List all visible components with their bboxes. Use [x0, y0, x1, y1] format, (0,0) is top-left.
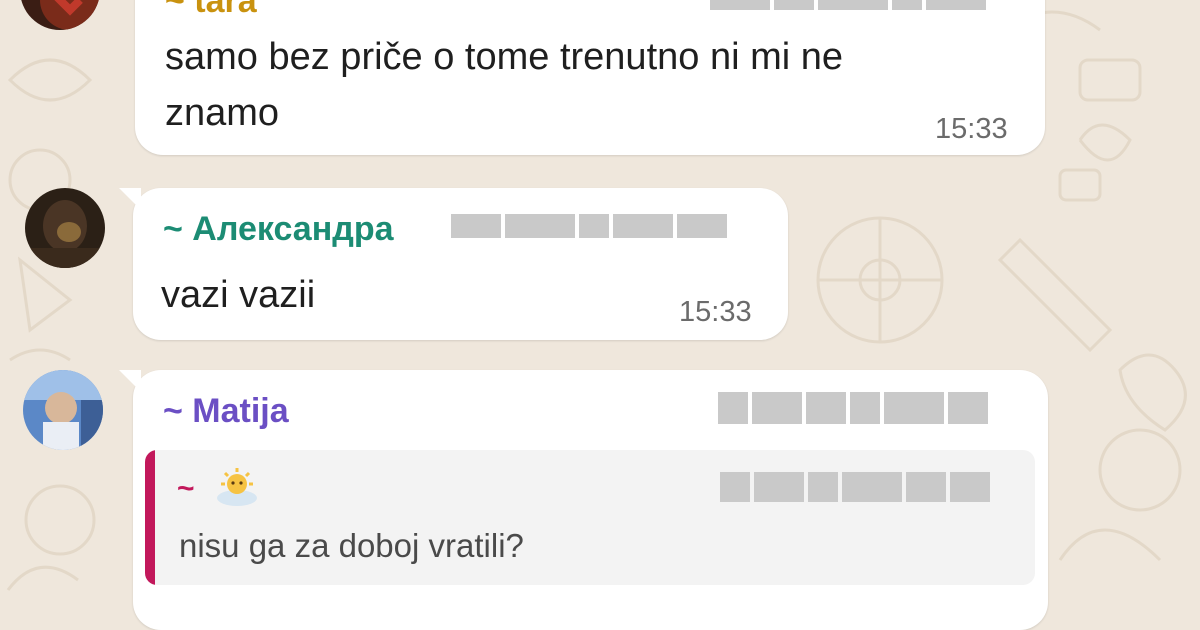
message-text: vazi vazii — [161, 274, 316, 316]
sender-phone-blurred — [451, 214, 751, 238]
quoted-reply[interactable]: ~ nisu ga za doboj vratili? — [145, 450, 1035, 585]
message-timestamp: 15:33 — [935, 113, 1008, 145]
sun-emoji-icon — [213, 468, 261, 508]
avatar-matija[interactable] — [23, 370, 103, 450]
message-text-line-2: znamo — [165, 92, 280, 134]
bubble-tail — [119, 188, 141, 210]
message-bubble-aleksandra[interactable]: ~ Александра vazi vazii 15:33 — [119, 188, 788, 340]
message-bubble-tara[interactable]: ~ tara samo bez priče o tome trenutno ni… — [135, 0, 1045, 155]
bubble-tail — [119, 370, 141, 392]
quote-sender-name: ~ — [177, 472, 195, 505]
sender-name: ~ Александра — [163, 210, 394, 248]
message-bubble-matija[interactable]: ~ Matija ~ nisu ga za doboj vratili? — [119, 370, 1048, 630]
avatar-aleksandra[interactable] — [25, 188, 105, 268]
sender-phone-blurred — [710, 0, 1010, 10]
message-timestamp: 15:33 — [679, 296, 752, 328]
sender-name: ~ Matija — [163, 392, 289, 430]
sender-name: ~ tara — [165, 0, 257, 20]
quote-accent-bar — [145, 450, 155, 585]
quote-sender-phone-blurred — [720, 472, 1020, 502]
sender-phone-blurred — [718, 392, 1008, 424]
message-text-line-1: samo bez priče o tome trenutno ni mi ne — [165, 36, 844, 78]
quote-text: nisu ga za doboj vratili? — [179, 527, 524, 564]
